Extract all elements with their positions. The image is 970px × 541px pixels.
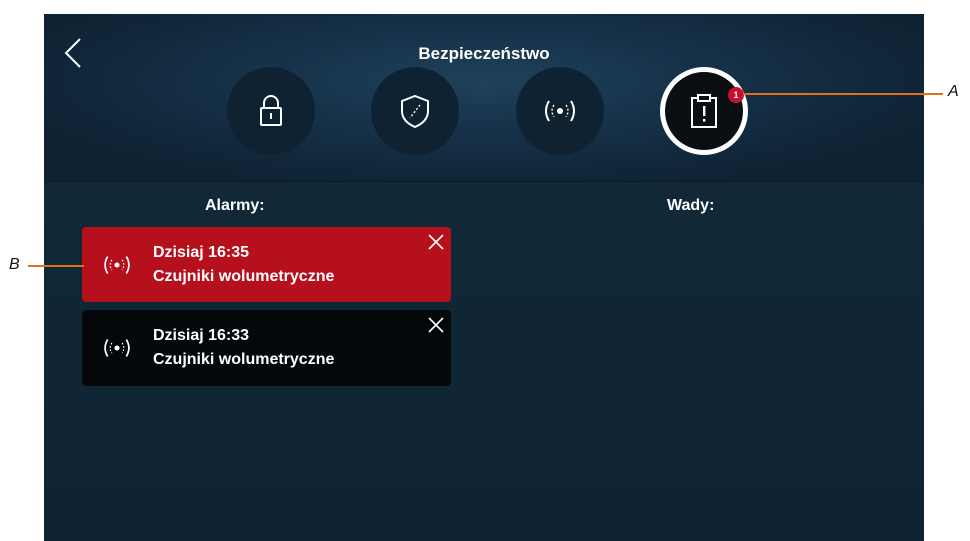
page-title: Bezpieczeństwo <box>418 44 550 63</box>
tab-faults[interactable] <box>660 67 748 155</box>
shield-icon <box>401 94 429 129</box>
alarm-name: Czujniki wolumetryczne <box>153 351 335 368</box>
close-icon[interactable] <box>427 233 445 251</box>
lock-icon <box>260 95 282 126</box>
alarm-name: Czujniki wolumetryczne <box>153 268 335 285</box>
fault-count-badge: 1 <box>728 87 744 103</box>
close-icon[interactable] <box>427 316 445 334</box>
callout-a-label: A <box>948 83 959 100</box>
callout-b-line <box>28 265 84 267</box>
tab-sensors[interactable] <box>516 67 604 155</box>
faults-title: Wady: <box>667 197 715 214</box>
callout-b-label: B <box>9 256 20 273</box>
sensor-icon <box>104 256 130 274</box>
clipboard-alert-icon <box>691 94 717 128</box>
tab-lock[interactable] <box>227 67 315 155</box>
callout-a-line <box>743 93 943 95</box>
alarm-item[interactable]: Dzisiaj 16:35 Czujniki wolumetryczne <box>82 227 451 302</box>
alarm-time: Dzisiaj 16:35 <box>153 244 250 261</box>
sensor-icon <box>104 339 130 357</box>
sensor-icon <box>545 100 575 122</box>
alarm-time: Dzisiaj 16:33 <box>153 327 250 344</box>
alarm-item[interactable]: Dzisiaj 16:33 Czujniki wolumetryczne <box>82 310 451 386</box>
tab-shield[interactable] <box>371 67 459 155</box>
alarms-title: Alarmy: <box>205 197 265 214</box>
header: Bezpieczeństwo 1 <box>44 14 924 182</box>
tab-faults-inner <box>665 72 743 150</box>
